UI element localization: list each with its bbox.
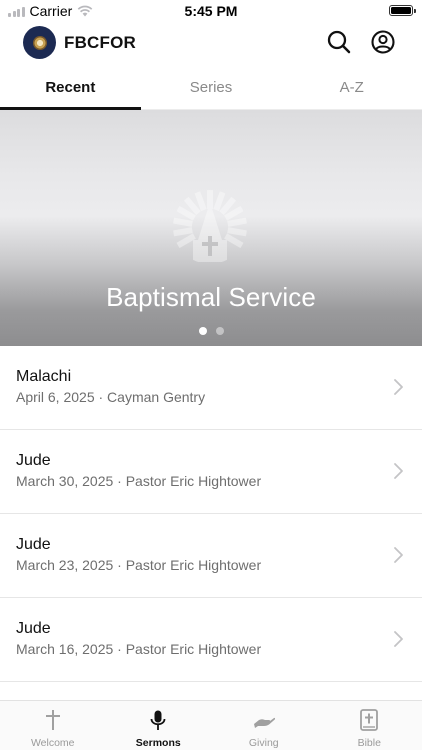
giving-hand-icon xyxy=(253,717,275,728)
chevron-right-icon xyxy=(394,631,403,647)
sermon-meta: April 6, 2025 · Cayman Gentry xyxy=(16,389,206,405)
tabbar-label: Sermons xyxy=(135,737,181,749)
search-icon[interactable] xyxy=(326,29,352,55)
tabbar-label: Bible xyxy=(357,737,381,749)
chevron-right-icon xyxy=(394,379,403,395)
sermon-title: Jude xyxy=(16,452,51,469)
chevron-right-icon xyxy=(394,547,403,563)
account-icon[interactable] xyxy=(370,29,396,55)
sermon-title: Jude xyxy=(16,536,51,553)
tabbar-label: Welcome xyxy=(30,737,75,749)
tab-recent[interactable]: Recent xyxy=(0,70,141,110)
carousel-dot-1[interactable] xyxy=(198,327,207,335)
microphone-icon xyxy=(150,710,166,730)
tab-series[interactable]: Series xyxy=(141,70,282,109)
tabbar-label: Giving xyxy=(248,737,279,749)
list-item[interactable]: Jude March 30, 2025 · Pastor Eric Highto… xyxy=(0,430,422,514)
status-bar: Carrier 5:45 PM xyxy=(0,0,422,22)
status-time: 5:45 PM xyxy=(184,3,238,19)
tabbar-item-sermons[interactable]: Sermons xyxy=(106,701,212,750)
tabbar-item-giving[interactable]: Giving xyxy=(211,701,317,750)
sermon-meta: March 23, 2025 · Pastor Eric Hightower xyxy=(16,557,262,573)
bible-icon xyxy=(360,709,379,731)
tabbar-item-welcome[interactable]: Welcome xyxy=(0,701,106,750)
carousel-dot-2[interactable] xyxy=(215,327,224,335)
list-item[interactable]: Jude March 16, 2025 · Pastor Eric Highto… xyxy=(0,598,422,682)
tab-a-z[interactable]: A-Z xyxy=(281,70,422,109)
bottom-tab-bar: Welcome Sermons Giving Bible xyxy=(0,700,422,750)
featured-title: Baptismal Service xyxy=(106,282,316,312)
sermon-title: Jude xyxy=(16,620,51,637)
list-item[interactable]: Jude March 23, 2025 · Pastor Eric Highto… xyxy=(0,514,422,598)
sermon-meta: March 30, 2025 · Pastor Eric Hightower xyxy=(16,473,262,489)
sermon-title: Malachi xyxy=(16,368,72,385)
carousel-page-indicator[interactable] xyxy=(0,327,422,335)
church-logo xyxy=(23,26,56,59)
sermon-list: Malachi April 6, 2025 · Cayman Gentry Ju… xyxy=(0,346,422,682)
app-header: FBCFOR xyxy=(0,24,422,64)
battery-icon xyxy=(389,5,416,16)
app-title: FBCFOR xyxy=(64,33,137,52)
sermon-meta: March 16, 2025 · Pastor Eric Hightower xyxy=(16,641,262,657)
church-sunburst-icon xyxy=(173,190,247,262)
sermon-tabs: Recent Series A-Z xyxy=(0,70,422,110)
featured-series-banner[interactable]: Baptismal Service xyxy=(0,110,422,346)
tabbar-item-bible[interactable]: Bible xyxy=(317,701,422,750)
cross-icon xyxy=(45,710,60,730)
list-item[interactable]: Malachi April 6, 2025 · Cayman Gentry xyxy=(0,346,422,430)
chevron-right-icon xyxy=(394,463,403,479)
